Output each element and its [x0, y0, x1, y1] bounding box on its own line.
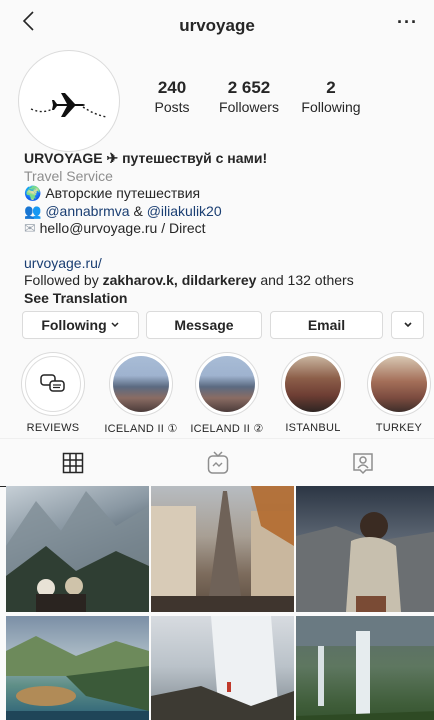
highlight-ring: [109, 352, 173, 416]
highlight-label: TURKEY: [375, 422, 423, 434]
globe-icon: 🌍: [24, 185, 42, 201]
highlight-label: REVIEWS: [26, 422, 80, 434]
profile-avatar[interactable]: [18, 50, 120, 152]
following-button-label: Following: [41, 317, 107, 333]
post-thumbnail-mountains[interactable]: [6, 486, 149, 612]
highlight-ring: [367, 352, 431, 416]
tab-tagged[interactable]: [290, 439, 434, 487]
profile-tabs: [0, 438, 434, 487]
post-image: [296, 616, 434, 720]
tab-igtv[interactable]: [145, 439, 290, 487]
chevron-down-icon: [111, 322, 119, 328]
post-image: [151, 486, 294, 612]
posts-count[interactable]: 240 Posts: [142, 78, 202, 115]
followers-label: Followers: [219, 99, 279, 115]
highlight-label: ISTANBUL: [285, 422, 341, 434]
followers-count[interactable]: 2 652 Followers: [208, 78, 290, 115]
suggested-accounts-button[interactable]: [391, 311, 424, 339]
highlight-iceland-2[interactable]: ICELAND II ②: [190, 352, 264, 435]
posts-grid: [6, 486, 434, 720]
following-count[interactable]: 2 Following: [290, 78, 372, 115]
profile-bio: URVOYAGE ✈ путешествуй с нами! Travel Se…: [24, 150, 424, 307]
bio-line-tours: 🌍 Авторские путешествия: [24, 185, 424, 203]
email-button[interactable]: Email: [270, 311, 383, 339]
followed-by-names: zakharov.k, dildarkerey: [102, 272, 257, 288]
chat-bubbles-icon: [25, 356, 81, 412]
post-thumbnail-fjord[interactable]: [6, 616, 149, 720]
message-button[interactable]: Message: [146, 311, 262, 339]
followers-value: 2 652: [227, 78, 271, 97]
see-translation-link[interactable]: See Translation: [24, 290, 424, 308]
people-icon: 👥: [24, 202, 42, 219]
highlight-iceland-1[interactable]: ICELAND II ①: [104, 352, 178, 435]
post-thumbnail-traveler-night[interactable]: [296, 486, 434, 612]
bio-tours-text: Авторские путешествия: [45, 185, 201, 201]
profile-display-name: URVOYAGE ✈ путешествуй с нами!: [24, 150, 268, 166]
followed-by-prefix: Followed by: [24, 272, 99, 288]
highlight-cover-image: [113, 356, 169, 412]
followed-by[interactable]: Followed by zakharov.k, dildarkerey and …: [24, 272, 424, 290]
envelope-icon: ✉: [24, 220, 36, 236]
bio-amp: &: [133, 202, 143, 219]
highlight-turkey[interactable]: TURKEY: [362, 352, 434, 434]
following-label: Following: [301, 99, 361, 115]
highlight-cover-image: [199, 356, 255, 412]
more-options-icon[interactable]: ···: [397, 12, 418, 33]
post-thumbnail-waterfall-cliff[interactable]: [151, 616, 294, 720]
profile-username: urvoyage: [179, 16, 255, 35]
igtv-icon: [207, 451, 228, 474]
chevron-down-icon: [403, 322, 412, 328]
highlight-cover-image: [285, 356, 341, 412]
post-image: [6, 636, 149, 720]
highlight-ring: [21, 352, 85, 416]
highlight-ring: [281, 352, 345, 416]
highlight-cover-image: [371, 356, 427, 412]
bio-email-text: hello@urvoyage.ru / Direct: [39, 220, 206, 236]
profile-category: Travel Service: [24, 167, 113, 184]
highlight-label: ICELAND II ②: [190, 423, 264, 435]
post-image: [151, 616, 294, 720]
post-image: [6, 491, 149, 612]
grid-icon: [62, 452, 83, 473]
bio-line-mentions: 👥 @annabrmva & @iliakulik20: [24, 203, 424, 221]
email-button-label: Email: [307, 317, 346, 333]
mention-link-iliakulik20[interactable]: @iliakulik20: [147, 203, 222, 219]
followed-by-suffix: and 132 others: [260, 272, 354, 288]
bio-line-email: ✉ hello@urvoyage.ru / Direct: [24, 220, 424, 238]
story-highlights: REVIEWS ICELAND II ① ICELAND II ② ISTANB…: [18, 352, 434, 435]
profile-stats: 240 Posts 2 652 Followers 2 Following: [142, 78, 392, 115]
posts-value: 240: [157, 78, 187, 97]
following-value: 2: [326, 78, 336, 97]
post-thumbnail-eiffel[interactable]: [151, 486, 294, 612]
highlight-istanbul[interactable]: ISTANBUL: [276, 352, 350, 434]
message-button-label: Message: [174, 317, 234, 333]
top-bar: urvoyage ···: [0, 0, 434, 44]
tagged-person-icon: [352, 453, 373, 475]
post-thumbnail-waterfall[interactable]: [296, 616, 434, 720]
highlight-reviews[interactable]: REVIEWS: [16, 352, 90, 434]
posts-label: Posts: [154, 99, 190, 115]
following-button[interactable]: Following: [22, 311, 139, 339]
website-link[interactable]: urvoyage.ru/: [24, 255, 424, 273]
profile-actions: Following Message Email: [22, 311, 424, 339]
mention-link-annabrmva[interactable]: @annabrmva: [45, 203, 129, 219]
tab-grid[interactable]: [0, 439, 145, 487]
airplane-logo-icon: [30, 93, 108, 118]
highlight-ring: [195, 352, 259, 416]
highlight-label: ICELAND II ①: [104, 423, 178, 435]
post-image: [296, 512, 434, 612]
